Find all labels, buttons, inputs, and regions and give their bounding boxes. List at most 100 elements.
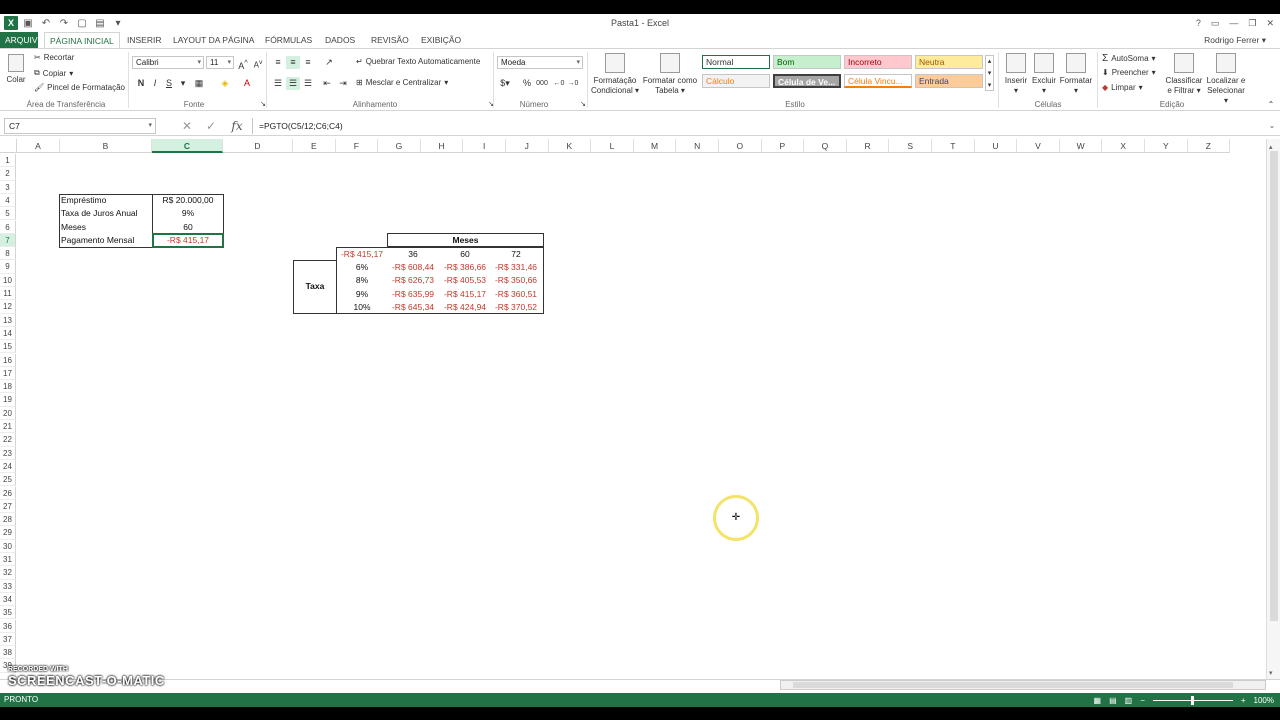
format-as-table-button[interactable]: Formatar como Tabela ▾ — [641, 53, 699, 96]
row-header[interactable]: 23 — [0, 446, 16, 460]
column-header-e[interactable]: E — [293, 139, 336, 153]
column-header-r[interactable]: R — [846, 139, 890, 153]
data-table-value[interactable]: -R$ 350,66 — [490, 274, 542, 287]
tab-formulas[interactable]: FÓRMULAS — [260, 32, 317, 48]
row-header[interactable]: 7 — [0, 233, 16, 248]
data-table-value[interactable]: -R$ 360,51 — [490, 288, 542, 301]
font-name-dropdown[interactable]: Calibri ▾ — [132, 56, 204, 69]
paste-button[interactable]: Colar — [4, 54, 28, 85]
clear-button[interactable]: ◆ Limpar ▾ — [1102, 83, 1143, 92]
autosum-button[interactable]: Σ AutoSoma ▾ — [1102, 53, 1156, 64]
insert-cells-button[interactable]: Inserir ▾ — [1002, 53, 1030, 96]
row-header[interactable]: 18 — [0, 380, 16, 394]
data-table-value[interactable]: -R$ 370,52 — [490, 301, 542, 314]
row-header[interactable]: 29 — [0, 526, 16, 540]
column-header-n[interactable]: N — [676, 139, 719, 153]
font-size-dropdown[interactable]: 11 ▾ — [206, 56, 234, 69]
align-bottom-icon[interactable]: ≡ — [301, 56, 315, 69]
tab-exibicao[interactable]: EXIBIÇÃO — [416, 32, 466, 48]
column-header-i[interactable]: I — [463, 139, 506, 153]
close-icon[interactable]: ✕ — [1266, 18, 1274, 29]
row-header[interactable]: 30 — [0, 539, 16, 553]
increase-indent-icon[interactable]: ⇥ — [336, 77, 350, 90]
data-table-value[interactable]: -R$ 645,34 — [387, 301, 439, 314]
column-header-v[interactable]: V — [1017, 139, 1060, 153]
normal-view-icon[interactable]: ▦ — [1094, 696, 1102, 705]
underline-dropdown-icon[interactable]: ▾ — [176, 77, 190, 90]
column-header-m[interactable]: M — [633, 139, 677, 153]
style-celula-verificacao[interactable]: Célula de Ve... — [773, 74, 841, 88]
font-color-icon[interactable]: A — [240, 77, 254, 90]
data-table-value[interactable]: -R$ 331,46 — [490, 261, 542, 274]
row-header[interactable]: 22 — [0, 433, 16, 447]
column-header-z[interactable]: Z — [1187, 139, 1231, 153]
row-header[interactable]: 4 — [0, 193, 16, 208]
align-center-icon[interactable]: ☰ — [286, 77, 300, 90]
row-header[interactable]: 26 — [0, 486, 16, 500]
style-bom[interactable]: Bom — [773, 55, 841, 69]
style-normal[interactable]: Normal — [702, 55, 770, 69]
data-table-value[interactable]: -R$ 635,99 — [387, 288, 439, 301]
align-top-icon[interactable]: ≡ — [271, 56, 285, 69]
column-header-j[interactable]: J — [506, 139, 549, 153]
rate-label[interactable]: Taxa de Juros Anual — [61, 207, 151, 220]
number-format-dropdown[interactable]: Moeda ▾ — [497, 56, 583, 69]
zoom-level[interactable]: 100% — [1254, 696, 1274, 705]
scroll-down-icon[interactable]: ▾ — [1269, 669, 1273, 677]
formula-input[interactable]: =PGTO(C5/12;C6;C4) — [252, 118, 1266, 134]
row-header[interactable]: 31 — [0, 553, 16, 567]
column-header-s[interactable]: S — [889, 139, 932, 153]
save-icon[interactable]: ▣ — [20, 16, 36, 30]
fill-color-icon[interactable]: ◈ — [218, 77, 232, 90]
undo-icon[interactable]: ↶ — [38, 16, 54, 30]
conditional-formatting-button[interactable]: Formatação Condicional ▾ — [590, 53, 640, 96]
payment-label[interactable]: Pagamento Mensal — [61, 234, 151, 247]
style-entrada[interactable]: Entrada — [915, 74, 983, 88]
column-header-a[interactable]: A — [17, 139, 60, 153]
months-label[interactable]: Meses — [61, 221, 151, 234]
data-table-value[interactable]: -R$ 608,44 — [387, 261, 439, 274]
row-header[interactable]: 9 — [0, 260, 16, 274]
zoom-slider-thumb[interactable] — [1190, 695, 1194, 705]
shrink-font-button[interactable]: Av — [251, 56, 265, 70]
redo-icon[interactable]: ↷ — [56, 16, 72, 30]
align-middle-icon[interactable]: ≡ — [286, 56, 300, 69]
row-header[interactable]: 27 — [0, 499, 16, 514]
confirm-entry-icon[interactable]: ✓ — [204, 118, 218, 134]
data-table-corner-formula[interactable]: -R$ 415,17 — [337, 248, 387, 261]
row-header[interactable]: 10 — [0, 273, 16, 287]
align-right-icon[interactable]: ☰ — [301, 77, 315, 90]
row-header[interactable]: 28 — [0, 513, 16, 527]
row-header[interactable]: 33 — [0, 579, 16, 593]
column-header-u[interactable]: U — [974, 139, 1018, 153]
row-header[interactable]: 25 — [0, 473, 16, 487]
scroll-up-icon[interactable]: ▴ — [1269, 143, 1273, 151]
comma-style-button[interactable]: 000 — [534, 77, 550, 90]
ribbon-display-icon[interactable]: ▭ — [1211, 18, 1220, 29]
cancel-entry-icon[interactable]: ✕ — [180, 118, 194, 134]
row-header[interactable]: 15 — [0, 340, 16, 354]
months-column-header[interactable]: 36 — [387, 248, 439, 261]
underline-button[interactable]: S — [162, 77, 176, 90]
name-box[interactable]: C7 ▾ — [4, 118, 156, 134]
data-table-value[interactable]: -R$ 626,73 — [387, 274, 439, 287]
row-header[interactable]: 5 — [0, 207, 16, 221]
payment-value-selected-cell[interactable]: -R$ 415,17 — [152, 233, 224, 248]
tab-revisao[interactable]: REVISÃO — [366, 32, 414, 48]
style-incorreto[interactable]: Incorreto — [844, 55, 912, 69]
help-button[interactable]: ? — [1196, 18, 1201, 28]
select-all-corner[interactable] — [0, 139, 17, 153]
insert-function-icon[interactable]: fx — [228, 118, 246, 134]
cut-button[interactable]: ✂ Recortar — [34, 53, 74, 62]
row-header[interactable]: 14 — [0, 326, 16, 341]
worksheet-grid[interactable]: ABCDEFGHIJKLMNOPQRSTUVWXYZ 1 2 3 4 5 6 7 8 9 10 11… — [0, 139, 1266, 679]
row-header[interactable]: 21 — [0, 420, 16, 434]
tab-arquivo[interactable]: ARQUIVO — [0, 32, 44, 48]
style-celula-vinculada[interactable]: Célula Vincu... — [844, 74, 912, 88]
collapse-ribbon-icon[interactable]: ⌃ — [1264, 98, 1278, 111]
rate-row-header[interactable]: 8% — [337, 274, 387, 287]
row-header[interactable]: 16 — [0, 353, 16, 367]
expand-formula-bar-icon[interactable]: ⌄ — [1266, 118, 1278, 134]
tab-layout[interactable]: LAYOUT DA PÁGINA — [168, 32, 259, 48]
horizontal-scrollbar[interactable] — [780, 680, 1266, 690]
